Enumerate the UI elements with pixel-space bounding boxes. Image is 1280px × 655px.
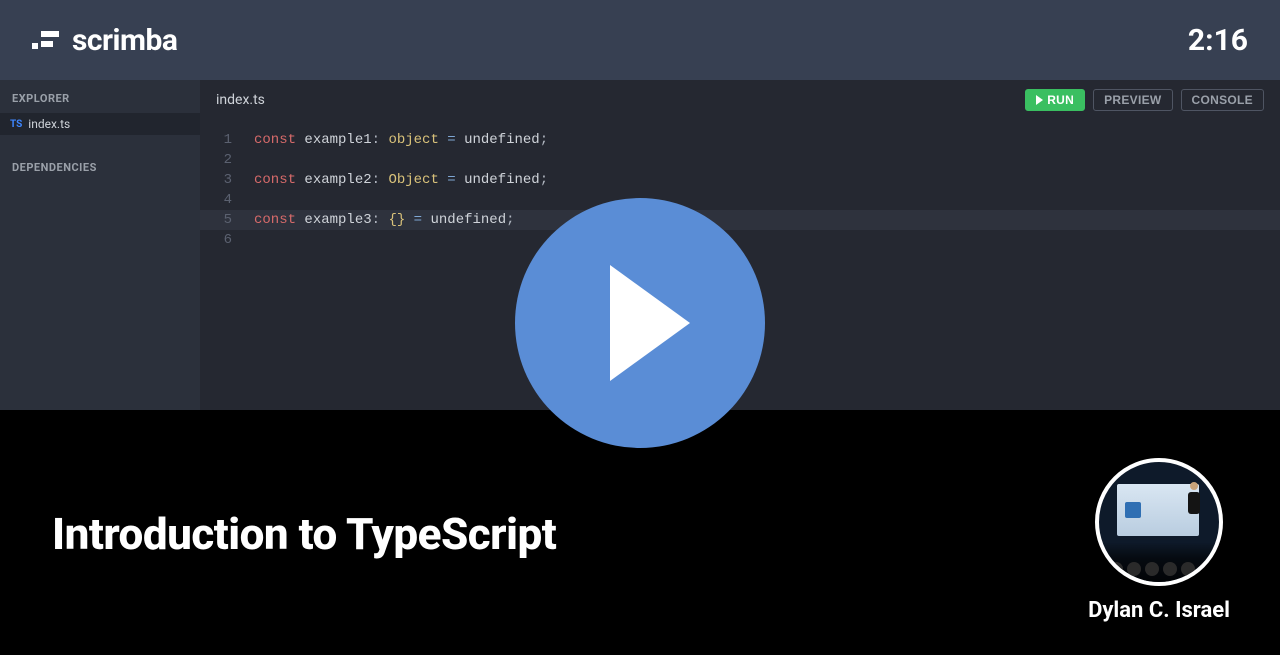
line-number: 1 (200, 130, 244, 150)
explorer-heading: EXPLORER (0, 80, 200, 113)
code-line: 2 (200, 150, 1280, 170)
line-number: 4 (200, 190, 244, 210)
line-number: 5 (200, 210, 244, 230)
author-name: Dylan C. Israel (1088, 598, 1230, 623)
line-number: 3 (200, 170, 244, 190)
code-content: const example3: {} = undefined; (244, 210, 515, 230)
brand[interactable]: scrimba (32, 23, 177, 58)
code-content (244, 230, 254, 250)
run-button[interactable]: RUN (1025, 89, 1085, 111)
course-title: Introduction to TypeScript (52, 508, 556, 560)
sidebar: EXPLORER TS index.ts DEPENDENCIES (0, 80, 200, 410)
code-line: 4 (200, 190, 1280, 210)
run-button-label: RUN (1047, 93, 1074, 107)
console-button-label: CONSOLE (1192, 93, 1253, 107)
file-name-label: index.ts (28, 117, 70, 131)
tab-index-ts[interactable]: index.ts (216, 92, 265, 108)
preview-button-label: PREVIEW (1104, 93, 1161, 107)
console-button[interactable]: CONSOLE (1181, 89, 1264, 111)
avatar-image (1099, 462, 1219, 582)
code-content (244, 190, 254, 210)
editor-topbar: index.ts RUN PREVIEW CONSOLE (200, 80, 1280, 120)
editor-actions: RUN PREVIEW CONSOLE (1025, 89, 1264, 111)
play-icon (1036, 95, 1043, 105)
author-block: Dylan C. Israel (1088, 458, 1230, 623)
code-line: 5const example3: {} = undefined; (200, 210, 1280, 230)
top-header: scrimba 2:16 (0, 0, 1280, 80)
line-number: 2 (200, 150, 244, 170)
preview-button[interactable]: PREVIEW (1093, 89, 1172, 111)
video-timer: 2:16 (1188, 23, 1248, 58)
dependencies-heading: DEPENDENCIES (0, 149, 200, 182)
ts-file-icon: TS (10, 119, 22, 130)
code-line: 3const example2: Object = undefined; (200, 170, 1280, 190)
file-item-index-ts[interactable]: TS index.ts (0, 113, 200, 135)
author-avatar[interactable] (1095, 458, 1223, 586)
brand-logo-icon (32, 29, 60, 51)
code-content: const example2: Object = undefined; (244, 170, 548, 190)
play-icon (610, 265, 690, 381)
brand-name: scrimba (72, 23, 177, 58)
play-video-button[interactable] (515, 198, 765, 448)
code-content: const example1: object = undefined; (244, 130, 548, 150)
code-line: 1const example1: object = undefined; (200, 130, 1280, 150)
code-content (244, 150, 254, 170)
line-number: 6 (200, 230, 244, 250)
